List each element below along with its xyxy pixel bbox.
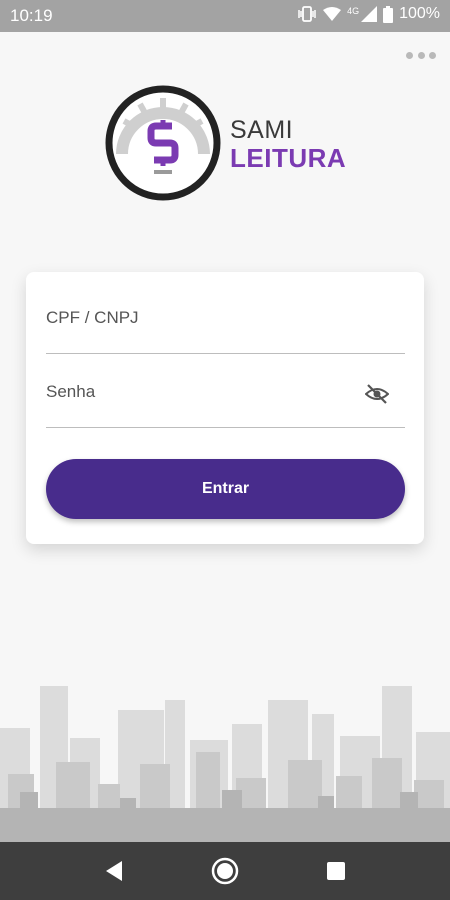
enter-button[interactable]: Entrar [46, 459, 405, 519]
logo-line-leitura: LEITURA [230, 143, 347, 173]
cpf-input[interactable] [46, 306, 405, 353]
city-skyline-illustration [0, 686, 450, 842]
app-logo: SAMI LEITURA [104, 84, 364, 202]
cpf-field[interactable]: CPF / CNPJ [46, 306, 405, 354]
password-input[interactable] [46, 380, 405, 427]
wifi-icon [323, 6, 342, 22]
logo-line-sami: SAMI [230, 116, 294, 144]
battery-percent: 100% [399, 5, 440, 22]
network-type-label: 4G [347, 6, 360, 16]
menu-dot [429, 51, 436, 59]
signal-icon [361, 6, 378, 22]
eye-off-icon[interactable] [363, 380, 391, 408]
status-time: 10:19 [10, 6, 53, 25]
password-field[interactable]: Senha [46, 380, 405, 428]
menu-dot [406, 51, 413, 59]
meter-dollar-icon [105, 85, 221, 201]
vibrate-icon [297, 6, 317, 22]
battery-icon [383, 5, 394, 23]
status-bar: 10:19 4G 100% [0, 0, 450, 32]
back-icon[interactable] [100, 857, 128, 885]
logo-text: SAMI LEITURA [230, 116, 347, 173]
system-nav-bar [0, 842, 450, 900]
home-icon[interactable] [211, 857, 239, 885]
login-card: CPF / CNPJ Senha Entrar [26, 272, 424, 544]
more-horiz-icon[interactable] [406, 46, 436, 64]
menu-dot [417, 51, 425, 59]
status-icons: 4G 100% [297, 5, 440, 23]
recents-icon[interactable] [322, 857, 350, 885]
